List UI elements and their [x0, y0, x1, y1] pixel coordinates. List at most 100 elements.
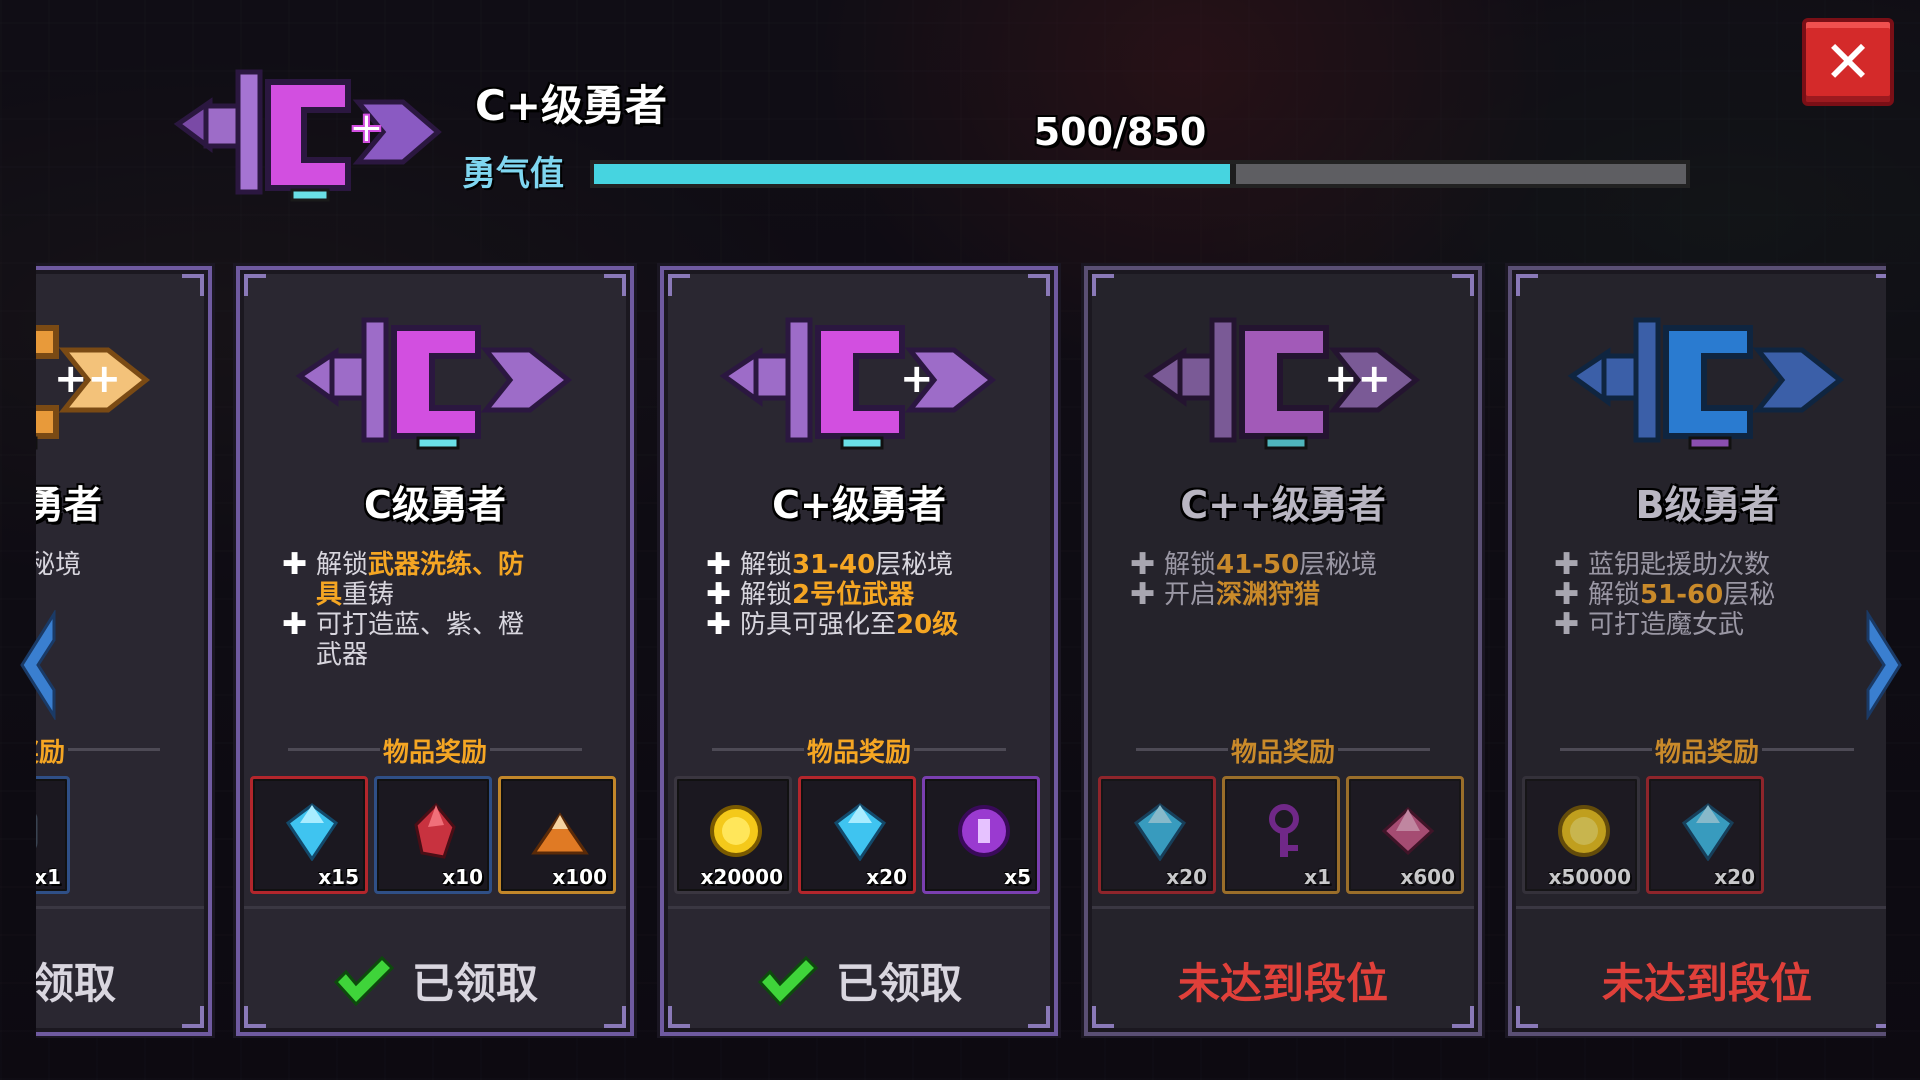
check-icon [333, 955, 394, 1006]
plus-icon: ✚ [282, 547, 308, 582]
current-rank-title: C+级勇者 [475, 81, 668, 130]
card-divider [1516, 906, 1886, 909]
reward-list: x20 x1 x600 [1098, 776, 1468, 894]
reward-list: x50000 x20 [1522, 776, 1886, 894]
rewards-heading: 物品奖励 [1512, 732, 1886, 769]
card-corner [1876, 274, 1886, 296]
reward-quantity: x20 [866, 865, 907, 889]
rank-emblem-icon: + [173, 69, 442, 202]
perk-line: 具重铸 [316, 580, 395, 610]
reward-quantity: x10 [442, 865, 483, 889]
reward-slot[interactable]: x600 [1346, 776, 1464, 894]
rank-perks: ✚ 解锁41-50层秘境 ✚ 开启深渊狩猎 [1130, 550, 1450, 720]
rank-card[interactable]: + C+级勇者 ✚ 解锁31-40层秘境 ✚ 解锁2号位武器 ✚ 防具可强化至2… [660, 266, 1058, 1036]
plus-icon: ✚ [1130, 547, 1156, 582]
reward-slot[interactable]: x100 [498, 776, 616, 894]
reward-slot[interactable]: x15 [250, 776, 368, 894]
reward-slot[interactable]: x50000 [1522, 776, 1640, 894]
reward-quantity: x20 [1714, 865, 1755, 889]
perk-line: 武器 [316, 640, 369, 670]
reward-quantity: x20 [1166, 865, 1207, 889]
reward-quantity: x5 [1004, 865, 1031, 889]
blue-gem-icon [1681, 803, 1735, 861]
rank-perks: ✚ 蓝钥匙援助次数 ✚ 解锁51-60层秘 ✚ 可打造魔女武 [1554, 550, 1874, 720]
reward-slot[interactable]: x20 [798, 776, 916, 894]
plus-icon: ✚ [706, 547, 732, 582]
chevron-left-icon[interactable] [14, 610, 62, 720]
rank-emblem-icon [1567, 317, 1845, 450]
rewards-heading: 物品奖励 [664, 732, 1054, 769]
reward-slot[interactable]: x10 [374, 776, 492, 894]
rewards-heading: 物品奖励 [240, 732, 630, 769]
reward-quantity: x20000 [700, 865, 783, 889]
perk-line: ✚ 解锁41-50层秘境 [1130, 547, 1378, 582]
robot-icon [36, 813, 38, 849]
perk-line: ✚ 可打造魔女武 [1554, 607, 1745, 642]
check-icon [757, 955, 818, 1006]
reward-slot[interactable]: x1 [1222, 776, 1340, 894]
card-divider [668, 906, 1050, 909]
rank-status: 已领取 [240, 950, 630, 1011]
reward-slot[interactable]: x5 [922, 776, 1040, 894]
reward-quantity: x600 [1400, 865, 1455, 889]
blue-gem-icon [1133, 803, 1187, 861]
plus-icon: ✚ [1130, 577, 1156, 612]
rank-perks: ✚ 解锁武器洗练、防 具重铸 ✚ 可打造蓝、紫、橙 武器 [282, 550, 602, 720]
rank-status: 未达到段位 [1177, 959, 1388, 1008]
rank-emblem-icon: + [719, 317, 997, 450]
blue-gem-icon [285, 803, 339, 861]
card-divider [36, 906, 204, 909]
perk-line: ✚ 解锁31-40层秘境 [706, 547, 954, 582]
rewards-heading: 物品奖励 [1088, 732, 1478, 769]
reward-list: x15 x1 [36, 776, 198, 894]
card-corner [1452, 274, 1474, 296]
card-corner [668, 274, 690, 296]
reward-list: x15 x10 x100 [250, 776, 620, 894]
rank-card[interactable]: ++ C++级勇者 ✚ 解锁41-50层秘境 ✚ 开启深渊狩猎 物品奖励 x20… [1084, 266, 1482, 1036]
reward-list: x20000 x20 x5 [674, 776, 1044, 894]
rank-name: B级勇者 [1635, 483, 1779, 527]
rank-emblem-icon: ++ [36, 325, 151, 450]
plus-icon: ✚ [1554, 547, 1580, 582]
perk-line: ✚ 用匙副本 [36, 580, 180, 610]
rank-status: 未达到段位 [1601, 959, 1812, 1008]
pink-gem-icon [1381, 806, 1435, 856]
gold-coin-icon [710, 805, 762, 857]
perk-line: ✚ 解锁2号位武器 [706, 577, 915, 612]
rank-name: C级勇者 [364, 483, 506, 527]
reward-quantity: x15 [318, 865, 359, 889]
rank-carousel[interactable]: ++ ++级勇者 ✚ 锁21-30层秘境 ✚ 用匙副本 物品奖励 x15 x1 … [36, 262, 1886, 1038]
card-corner [1092, 274, 1114, 296]
red-crystal-icon [414, 802, 456, 859]
reward-slot[interactable]: x20000 [674, 776, 792, 894]
plus-icon: ✚ [1554, 577, 1580, 612]
close-button[interactable]: ✕ [1802, 18, 1894, 106]
rank-name: C++级勇者 [1180, 483, 1386, 527]
card-corner [604, 274, 626, 296]
chevron-right-icon[interactable] [1860, 610, 1908, 720]
rank-status: 已领取 [664, 950, 1054, 1011]
reward-quantity: x1 [36, 865, 61, 889]
perk-line: ✚ 可打造蓝、紫、橙 [282, 607, 525, 642]
perk-line: ✚ 解锁武器洗练、防 [282, 547, 525, 582]
card-corner [244, 274, 266, 296]
rank-card[interactable]: C级勇者 ✚ 解锁武器洗练、防 具重铸 ✚ 可打造蓝、紫、橙 武器 物品奖励 x… [236, 266, 634, 1036]
rank-card[interactable]: ++ ++级勇者 ✚ 锁21-30层秘境 ✚ 用匙副本 物品奖励 x15 x1 … [36, 266, 212, 1036]
card-divider [1092, 906, 1474, 909]
reward-slot[interactable]: x1 [36, 776, 70, 894]
svg-text:++: ++ [54, 356, 121, 402]
purple-orb-icon [958, 805, 1010, 857]
rewards-heading: 物品奖励 [36, 732, 208, 769]
rank-emblem-icon: ++ [1143, 317, 1421, 450]
rank-status: 已领取 [36, 959, 116, 1008]
reward-quantity: x1 [1304, 865, 1331, 889]
courage-progress-fill [594, 164, 1237, 184]
gold-coin-icon [1558, 805, 1610, 857]
card-corner [1028, 274, 1050, 296]
reward-slot[interactable]: x20 [1098, 776, 1216, 894]
plus-icon: ✚ [282, 607, 308, 642]
reward-slot[interactable]: x20 [1646, 776, 1764, 894]
close-icon: ✕ [1823, 28, 1873, 96]
courage-progress-bar [590, 160, 1690, 188]
rank-card[interactable]: B级勇者 ✚ 蓝钥匙援助次数 ✚ 解锁51-60层秘 ✚ 可打造魔女武 物品奖励… [1508, 266, 1886, 1036]
